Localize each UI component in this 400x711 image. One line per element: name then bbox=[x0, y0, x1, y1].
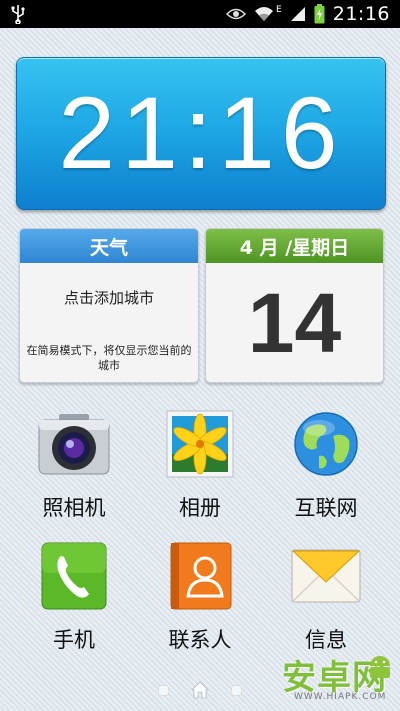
usb-icon bbox=[11, 5, 25, 24]
signal-icon bbox=[290, 7, 305, 21]
clock-widget[interactable]: 21:16 bbox=[16, 57, 386, 210]
app-gallery[interactable]: 相册 bbox=[140, 410, 260, 520]
app-internet[interactable]: 互联网 bbox=[266, 410, 386, 520]
contacts-icon bbox=[170, 542, 232, 610]
clock-time: 21:16 bbox=[58, 76, 344, 190]
calendar-day: 14 bbox=[247, 276, 342, 370]
weather-widget[interactable]: 天气 点击添加城市 在简易模式下，将仅显示您当前的城市 bbox=[19, 228, 199, 383]
status-bar: E 21:16 bbox=[0, 0, 400, 28]
app-camera[interactable]: 照相机 bbox=[14, 410, 134, 520]
network-type-label: E bbox=[276, 5, 282, 15]
calendar-header: 4 月 /星期日 bbox=[206, 229, 383, 263]
weather-note: 在简易模式下，将仅显示您当前的城市 bbox=[26, 344, 192, 372]
app-phone-label: 手机 bbox=[53, 628, 95, 652]
watermark-url: WWW.HIAPK.COM bbox=[294, 692, 387, 702]
android-icon bbox=[370, 656, 390, 678]
battery-charging-icon bbox=[314, 4, 325, 24]
eye-icon bbox=[226, 8, 247, 20]
page-dot[interactable] bbox=[232, 686, 241, 695]
watermark-logo: 安卓网 WWW.HIAPK.COM bbox=[280, 648, 398, 706]
message-icon bbox=[291, 549, 361, 603]
home-page-icon[interactable] bbox=[190, 680, 210, 700]
app-gallery-label: 相册 bbox=[179, 496, 221, 520]
phone-icon bbox=[41, 542, 107, 610]
app-phone[interactable]: 手机 bbox=[14, 542, 134, 652]
wifi-icon bbox=[255, 7, 274, 21]
app-camera-label: 照相机 bbox=[42, 496, 106, 520]
status-time: 21:16 bbox=[332, 3, 390, 25]
calendar-widget[interactable]: 4 月 /星期日 14 bbox=[205, 228, 384, 383]
camera-icon bbox=[38, 414, 110, 475]
app-contacts-label: 联系人 bbox=[168, 628, 232, 652]
app-internet-label: 互联网 bbox=[294, 496, 358, 520]
weather-title: 天气 bbox=[20, 229, 198, 263]
globe-icon bbox=[294, 412, 358, 476]
app-contacts[interactable]: 联系人 bbox=[140, 542, 260, 652]
gallery-icon bbox=[166, 410, 234, 478]
app-messages[interactable]: 信息 bbox=[266, 542, 386, 652]
page-dot[interactable] bbox=[159, 686, 168, 695]
add-city-link[interactable]: 点击添加城市 bbox=[20, 287, 198, 308]
